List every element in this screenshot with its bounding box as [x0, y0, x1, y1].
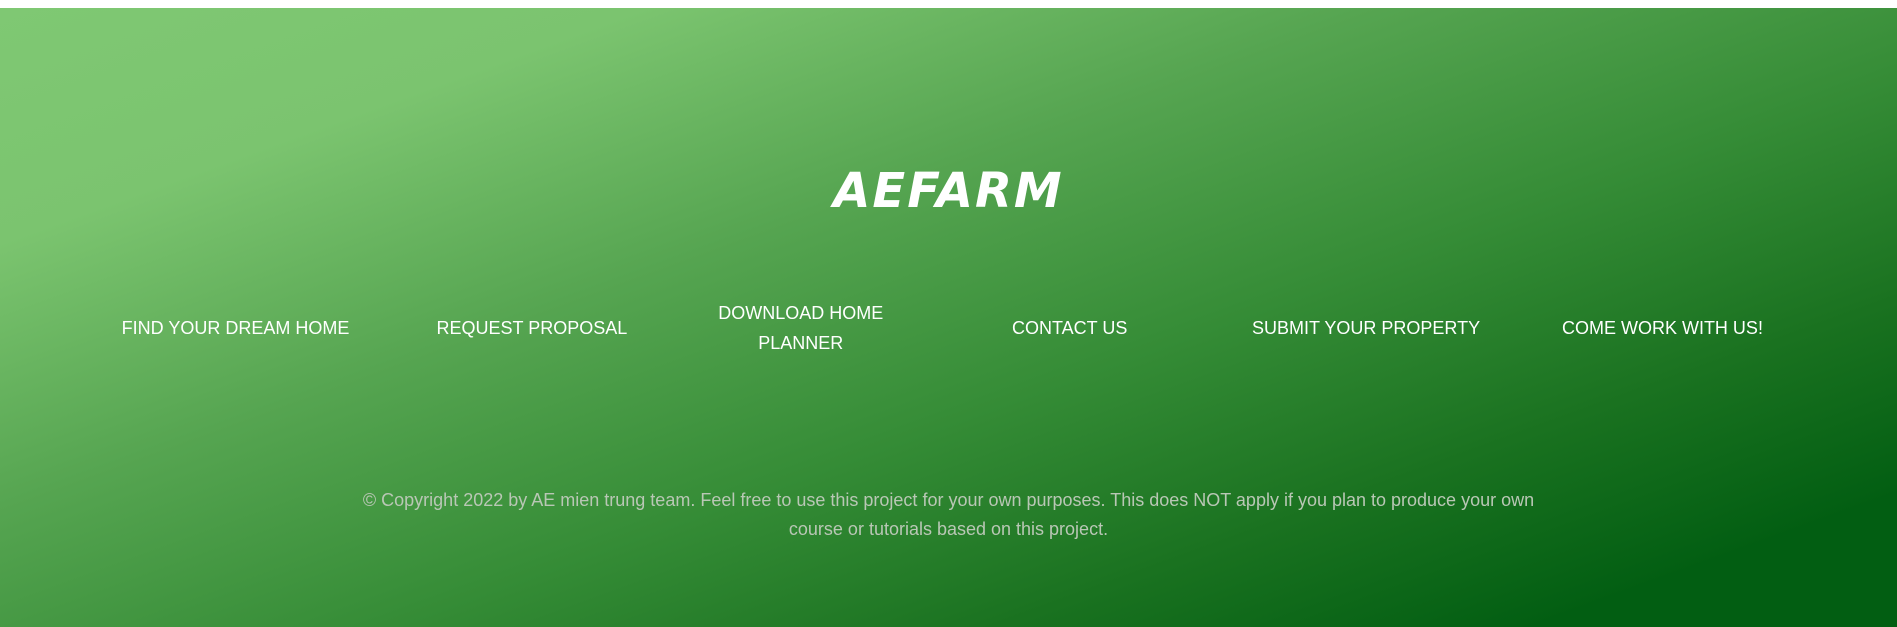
footer-link-submit-your-property[interactable]: SUBMIT YOUR PROPERTY [1224, 313, 1509, 343]
footer-logo[interactable]: AEFARM [0, 163, 1897, 219]
footer-link-request-proposal[interactable]: REQUEST PROPOSAL [389, 313, 674, 343]
copyright-text: © Copyright 2022 by AE mien trung team. … [362, 490, 1535, 539]
footer-link-contact-us[interactable]: CONTACT US [927, 313, 1212, 343]
footer-link-find-your-dream-home[interactable]: FIND YOUR DREAM HOME [93, 313, 378, 343]
footer-link-download-home-planner[interactable]: DOWNLOAD HOME PLANNER [686, 298, 916, 358]
footer-nav: FIND YOUR DREAM HOME REQUEST PROPOSAL DO… [93, 298, 1805, 358]
footer-link-come-work-with-us[interactable]: COME WORK WITH US! [1520, 313, 1805, 343]
footer: AEFARM FIND YOUR DREAM HOME REQUEST PROP… [0, 8, 1897, 627]
